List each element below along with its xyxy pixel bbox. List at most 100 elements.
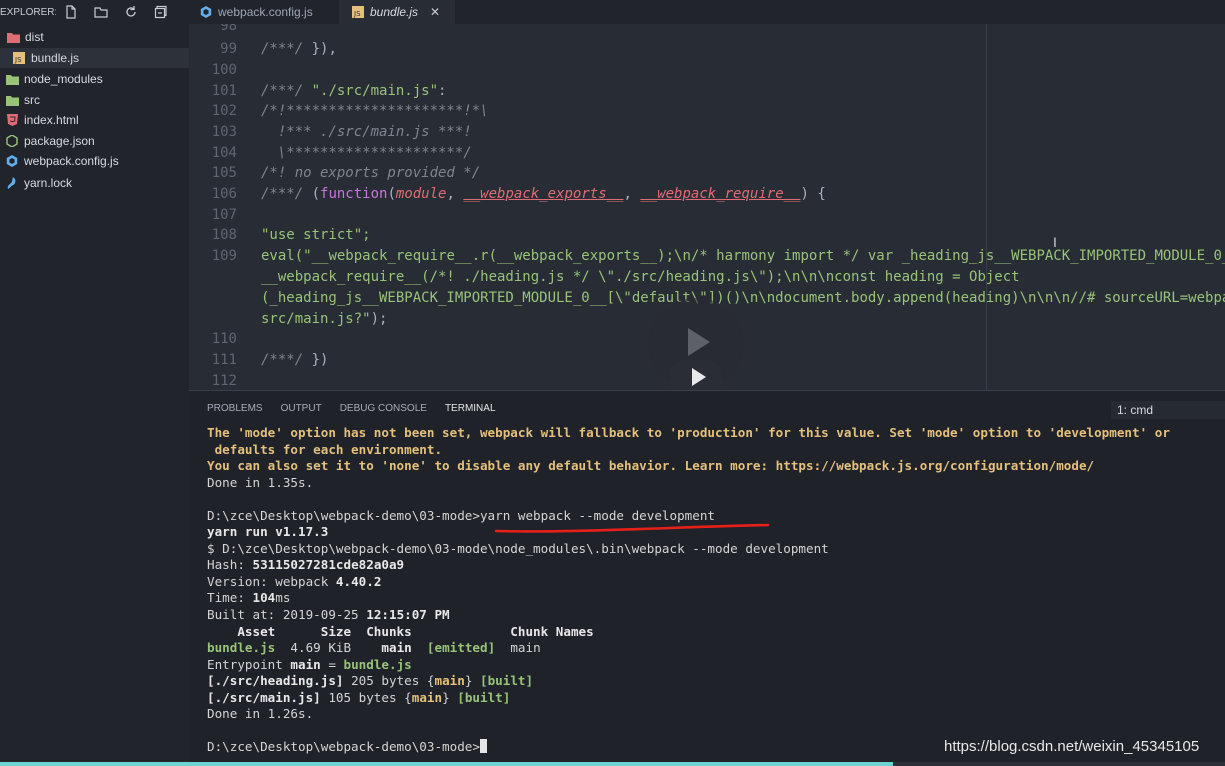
term-emitted: [emitted] — [426, 640, 496, 656]
code-line-111: /***/ }) — [261, 352, 329, 368]
html5-icon — [5, 114, 19, 126]
tab-terminal[interactable]: TERMINAL — [445, 403, 496, 417]
term-chunk-name: main — [495, 640, 541, 656]
tree-item-dist[interactable]: dist — [0, 27, 195, 47]
code-line-105: /*! no exports provided */ — [261, 165, 481, 181]
term-built: [built] — [457, 689, 511, 705]
collapse-all-icon[interactable] — [146, 5, 176, 19]
folder-icon — [5, 73, 19, 85]
tab-label: bundle.js — [370, 5, 419, 19]
editor-ruler — [986, 24, 987, 390]
code-line-99: /***/ }), — [261, 41, 337, 57]
term-module-close: } — [464, 673, 480, 689]
line-number: 112 — [211, 373, 237, 389]
node-icon — [5, 135, 19, 147]
line-number: 98 — [220, 24, 237, 34]
close-icon[interactable]: ✕ — [430, 5, 440, 19]
term-line: yarn run v1.17.3 — [207, 524, 329, 540]
tree-item-label: dist — [25, 30, 44, 44]
code-line-108: "use strict"; — [261, 227, 371, 243]
webpack-icon — [5, 155, 19, 167]
tree-item-webpack-config[interactable]: webpack.config.js — [0, 151, 194, 171]
term-module-size: 105 bytes { — [320, 689, 412, 705]
line-number: 104 — [211, 145, 237, 161]
line-number: 110 — [211, 331, 237, 347]
term-module-path: [./src/main.js] — [207, 689, 321, 705]
tree-item-yarn-lock[interactable]: yarn.lock — [0, 173, 194, 193]
panel-tabs: PROBLEMS OUTPUT DEBUG CONSOLE TERMINAL — [207, 403, 514, 417]
term-asset-chunk: main — [381, 640, 412, 656]
refresh-icon[interactable] — [116, 5, 146, 19]
new-folder-icon[interactable] — [86, 5, 116, 19]
term-value: 53115027281cde82a0a9 — [252, 557, 405, 573]
explorer-header: EXPLORER: ... — [0, 0, 189, 24]
term-label: Built at: 2019-09-25 — [207, 607, 367, 623]
tab-bundle-js[interactable]: JS bundle.js ✕ — [339, 0, 455, 24]
line-number: 105 — [211, 165, 237, 181]
folder-open-icon — [6, 31, 20, 43]
tab-output[interactable]: OUTPUT — [281, 403, 322, 417]
term-value: 4.40.2 — [335, 573, 382, 589]
terminal-cursor — [479, 739, 487, 754]
tree-item-index-html[interactable]: index.html — [0, 110, 194, 130]
code-line-109-wrap-2: (_heading_js__WEBPACK_IMPORTED_MODULE_0_… — [261, 290, 1225, 306]
tab-debug-console[interactable]: DEBUG CONSOLE — [340, 403, 427, 417]
video-progress-fill — [0, 762, 893, 766]
term-label: Hash: — [207, 557, 253, 573]
tree-item-node-modules[interactable]: node_modules — [0, 69, 194, 89]
term-line: The 'mode' option has not been set, webp… — [207, 425, 1170, 440]
tab-problems[interactable]: PROBLEMS — [207, 403, 263, 417]
yarn-icon — [5, 177, 19, 189]
terminal-select[interactable]: 1: cmd — [1111, 401, 1225, 419]
watermark: https://blog.csdn.net/weixin_45345105 — [944, 738, 1200, 755]
text-cursor-icon: I — [1053, 234, 1057, 250]
tree-item-bundle-js[interactable]: JS bundle.js — [0, 48, 201, 68]
tree-item-package-json[interactable]: package.json — [0, 131, 194, 151]
red-underline-annotation — [494, 523, 770, 533]
line-number: 111 — [211, 352, 237, 368]
term-built: [built] — [480, 673, 534, 689]
video-progress-bar[interactable] — [0, 762, 1225, 766]
tree-item-src[interactable]: src — [0, 90, 194, 110]
tree-item-label: bundle.js — [31, 51, 80, 65]
code-line-102: /*!*********************!*\ — [261, 103, 489, 119]
code-line-104: \*********************/ — [261, 145, 472, 161]
term-module-close: } — [442, 689, 458, 705]
line-number: 107 — [211, 207, 237, 223]
line-number: 106 — [211, 186, 237, 202]
js-file-icon: JS — [12, 52, 26, 64]
code-line-106: /***/ (function(module, __webpack_export… — [261, 186, 826, 202]
term-prompt: D:\zce\Desktop\webpack-demo\03-mode> — [207, 739, 480, 755]
term-line: $ D:\zce\Desktop\webpack-demo\03-mode\no… — [207, 540, 829, 556]
line-number: 101 — [211, 83, 237, 99]
folder-icon — [5, 94, 19, 106]
term-asset: bundle.js — [207, 640, 276, 656]
code-line-109-wrap-3: src/main.js?"); — [261, 311, 388, 327]
term-line: Done in 1.35s. — [207, 474, 314, 490]
play-icon — [692, 368, 706, 386]
tree-item-label: src — [24, 93, 40, 107]
play-icon — [688, 328, 710, 356]
svg-text:JS: JS — [353, 10, 361, 18]
new-file-icon[interactable] — [56, 5, 86, 19]
term-asset-size: 4.69 KiB — [275, 640, 382, 656]
video-play-overlay[interactable] — [648, 298, 744, 390]
term-unit: ms — [275, 590, 291, 606]
line-number: 108 — [211, 227, 237, 243]
term-label: Time: — [207, 590, 253, 606]
code-line-103: !*** ./src/main.js ***! — [261, 124, 472, 140]
term-module-size: 205 bytes { — [343, 673, 435, 689]
explorer-title: EXPLORER: ... — [0, 6, 56, 18]
webpack-icon — [200, 6, 212, 18]
code-line-109-wrap-1: __webpack_require__(/*! ./heading.js */ … — [261, 269, 1020, 285]
tree-item-label: package.json — [24, 134, 95, 148]
term-value: 104 — [252, 590, 276, 606]
term-module-chunk: main — [434, 673, 465, 689]
term-module-path: [./src/heading.js] — [207, 673, 344, 689]
term-line: Done in 1.26s. — [207, 706, 314, 722]
terminal-output[interactable]: The 'mode' option has not been set, webp… — [207, 425, 1170, 756]
term-value: bundle.js — [343, 656, 412, 672]
term-module-chunk: main — [411, 689, 443, 705]
tab-webpack-config[interactable]: webpack.config.js — [189, 0, 339, 24]
code-line-101: /***/ "./src/main.js": — [261, 83, 447, 99]
